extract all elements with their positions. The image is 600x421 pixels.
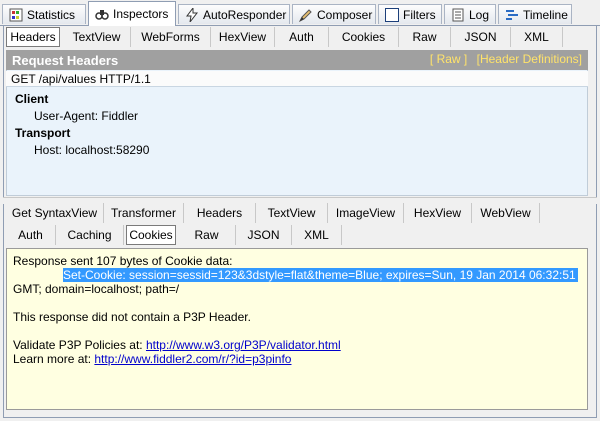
response-tab-strip-1: Get SyntaxView Transformer Headers TextV…: [6, 203, 588, 223]
statistics-icon: [9, 8, 23, 22]
response-tab-webview[interactable]: WebView: [472, 203, 540, 223]
p3p-info-link[interactable]: http://www.fiddler2.com/r/?id=p3pinfo: [94, 352, 291, 366]
response-tab-caching[interactable]: Caching: [56, 225, 124, 245]
learn-line: Learn more at: http://www.fiddler2.com/r…: [13, 352, 292, 366]
inspectors-icon: [95, 7, 109, 21]
request-headers-title: Request Headers: [12, 52, 119, 68]
request-tab-raw[interactable]: Raw: [399, 27, 451, 47]
response-tab-cookies[interactable]: Cookies: [126, 225, 176, 245]
tab-label: Filters: [403, 7, 436, 22]
tab-label: Log: [469, 7, 490, 22]
response-tab-textview[interactable]: TextView: [256, 203, 328, 223]
validate-line: Validate P3P Policies at: http://www.w3.…: [13, 338, 341, 352]
request-tab-strip: Headers TextView WebForms HexView Auth C…: [6, 27, 588, 47]
p3p-validator-link[interactable]: http://www.w3.org/P3P/validator.html: [146, 338, 341, 352]
request-tab-headers[interactable]: Headers: [6, 27, 60, 47]
tab-timeline[interactable]: Timeline: [498, 4, 572, 24]
tab-composer[interactable]: Composer: [292, 4, 376, 24]
response-tab-hexview[interactable]: HexView: [404, 203, 472, 223]
tab-label: Statistics: [27, 7, 76, 22]
header-user-agent[interactable]: User-Agent: Fiddler: [34, 109, 138, 123]
tab-autoresponder[interactable]: AutoResponder: [178, 4, 290, 24]
response-tab-get-syntaxview[interactable]: Get SyntaxView: [6, 203, 104, 223]
filters-checkbox-icon[interactable]: [385, 7, 399, 22]
tab-label: Composer: [317, 7, 373, 22]
request-tab-textview[interactable]: TextView: [63, 27, 131, 47]
response-tab-auth[interactable]: Auth: [6, 225, 56, 245]
autoresponder-icon: [185, 7, 199, 22]
tab-log[interactable]: Log: [444, 4, 496, 24]
request-tab-cookies[interactable]: Cookies: [329, 27, 399, 47]
request-tab-webforms[interactable]: WebForms: [131, 27, 211, 47]
raw-link[interactable]: [ Raw ]: [430, 52, 467, 66]
request-tab-hexview[interactable]: HexView: [211, 27, 275, 47]
response-line-1: Response sent 107 bytes of Cookie data:: [13, 254, 233, 268]
tab-label: Timeline: [523, 7, 568, 22]
timeline-icon: [505, 8, 519, 22]
request-headers-tree[interactable]: [6, 70, 588, 196]
request-tab-auth[interactable]: Auth: [275, 27, 329, 47]
tab-filters[interactable]: Filters: [378, 4, 442, 24]
response-tab-xml[interactable]: XML: [292, 225, 342, 245]
request-tab-xml[interactable]: XML: [511, 27, 563, 47]
log-icon: [451, 8, 465, 22]
tab-statistics[interactable]: Statistics: [2, 4, 86, 24]
tab-label: AutoResponder: [203, 7, 287, 22]
request-headers-title-bar: Request Headers [ Raw ] [Header Definiti…: [6, 50, 588, 70]
tab-inspectors[interactable]: Inspectors: [88, 1, 176, 26]
header-group-transport[interactable]: Transport: [15, 126, 70, 140]
response-tab-strip-2: Auth Caching Cookies Raw JSON XML: [6, 225, 588, 245]
cookie-response-textarea[interactable]: Response sent 107 bytes of Cookie data: …: [6, 248, 588, 410]
request-tab-json[interactable]: JSON: [451, 27, 511, 47]
response-line-3: GMT; domain=localhost; path=/: [13, 282, 180, 296]
response-tab-transformer[interactable]: Transformer: [104, 203, 184, 223]
header-group-client[interactable]: Client: [15, 92, 48, 106]
header-links: [ Raw ] [Header Definitions]: [424, 52, 582, 66]
response-tab-headers[interactable]: Headers: [184, 203, 256, 223]
request-line[interactable]: GET /api/values HTTP/1.1: [6, 71, 588, 87]
response-tab-raw[interactable]: Raw: [178, 225, 236, 245]
selected-set-cookie-text[interactable]: Set-Cookie: session=sessid=123&3dstyle=f…: [63, 268, 578, 282]
composer-icon: [299, 8, 313, 22]
response-line-4: This response did not contain a P3P Head…: [13, 310, 251, 324]
response-tab-json[interactable]: JSON: [236, 225, 292, 245]
top-tab-strip: Statistics Inspectors AutoResponder Comp…: [0, 0, 600, 26]
response-tab-imageview[interactable]: ImageView: [328, 203, 404, 223]
header-host[interactable]: Host: localhost:58290: [34, 143, 149, 157]
header-definitions-link[interactable]: [Header Definitions]: [477, 52, 582, 66]
tab-label: Inspectors: [113, 7, 169, 21]
